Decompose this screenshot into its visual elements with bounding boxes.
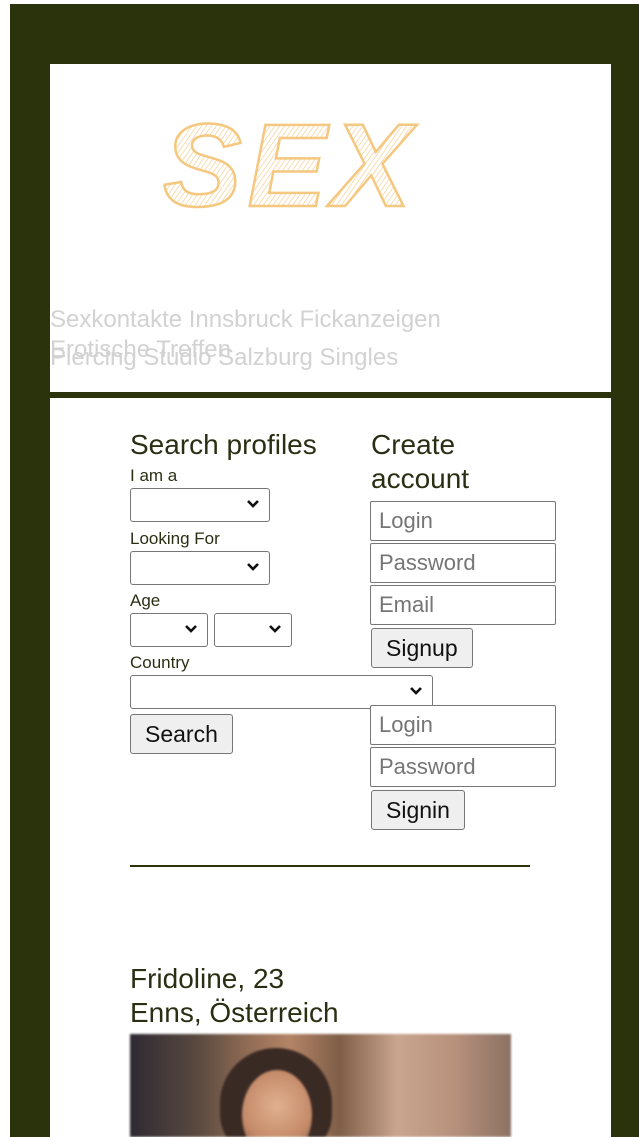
age-label: Age (130, 591, 161, 610)
signup-button[interactable]: Signup (371, 628, 473, 668)
i-am-label: I am a (130, 466, 178, 485)
signup-login-input[interactable] (370, 501, 556, 541)
country-label: Country (130, 653, 190, 672)
profile-photo[interactable] (130, 1034, 511, 1137)
profile-location: Enns, Österreich (130, 997, 339, 1028)
main-content: Search profiles I am a Looking For Age C… (50, 398, 611, 1137)
chevron-down-icon (247, 500, 259, 508)
chevron-down-icon (185, 625, 197, 633)
section-divider (130, 865, 530, 867)
country-select[interactable] (130, 675, 433, 709)
chevron-down-icon (247, 563, 259, 571)
logo-text: SEX (163, 112, 417, 224)
create-account-title: Create account (371, 429, 470, 494)
i-am-select[interactable] (130, 488, 270, 522)
search-title: Search profiles (130, 429, 317, 460)
header-link-piercing-salzburg[interactable]: Piercing Studio Salzburg Singles (50, 344, 398, 372)
site-header: SEX Sexkontakte Innsbruck Fickanzeigen E… (50, 64, 611, 392)
signup-password-input[interactable] (370, 543, 556, 583)
header-link-innsbruck[interactable]: Sexkontakte Innsbruck Fickanzeigen (50, 306, 441, 334)
chevron-down-icon (269, 625, 281, 633)
looking-for-label: Looking For (130, 529, 220, 548)
site-logo[interactable]: SEX (128, 112, 452, 224)
chevron-down-icon (410, 687, 422, 695)
looking-for-select[interactable] (130, 551, 270, 585)
age-min-select[interactable] (130, 613, 208, 647)
signin-login-input[interactable] (370, 705, 556, 745)
signup-email-input[interactable] (370, 585, 556, 625)
signin-button[interactable]: Signin (371, 790, 465, 830)
signin-password-input[interactable] (370, 747, 556, 787)
age-max-select[interactable] (214, 613, 292, 647)
profile-name-age[interactable]: Fridoline, 23 (130, 963, 284, 995)
search-button[interactable]: Search (130, 714, 233, 754)
